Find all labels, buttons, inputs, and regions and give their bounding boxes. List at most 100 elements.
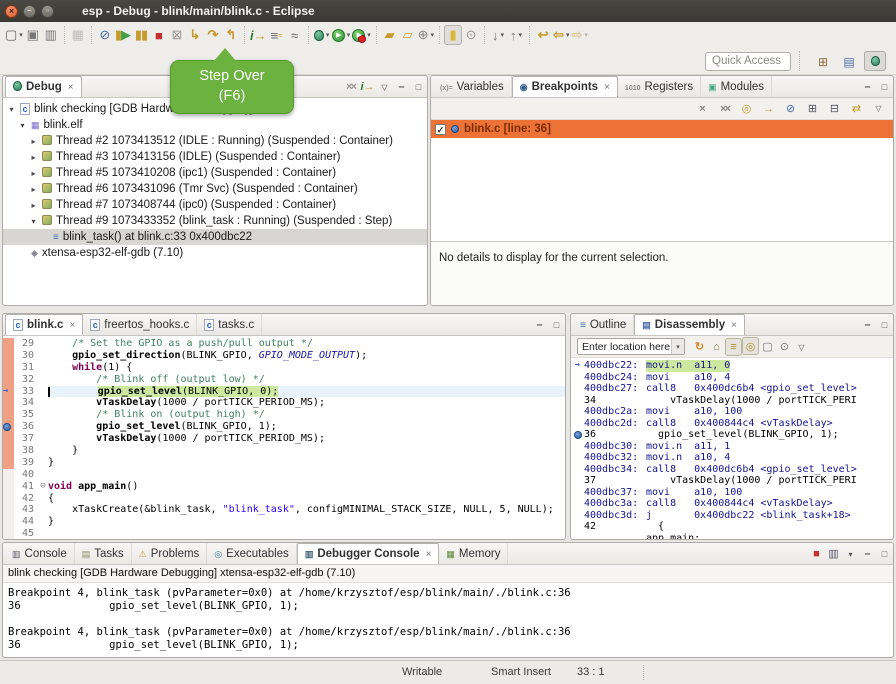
save-all-button[interactable]: ▥ (42, 25, 60, 45)
line-number[interactable]: 40 (14, 469, 38, 481)
editor-annotation-gutter[interactable] (3, 338, 14, 350)
tab-tasks-c[interactable]: ctasks.c (197, 314, 262, 335)
fold-marker[interactable]: ⊖ (38, 481, 48, 493)
view-menu-button[interactable]: ▽ (793, 338, 810, 356)
remove-all-breakpoints-button[interactable]: ×× (716, 100, 733, 118)
tab-blink-c[interactable]: cblink.c× (5, 314, 83, 335)
line-number[interactable]: 35 (14, 409, 38, 421)
line-number[interactable]: 30 (14, 350, 38, 362)
refresh-button[interactable]: ↻ (691, 337, 708, 355)
disconnect-button[interactable]: ⊠ (168, 25, 186, 45)
tab-modules[interactable]: ▣Modules (701, 76, 772, 97)
tab-registers[interactable]: 1010Registers (618, 76, 701, 97)
editor-annotation-gutter[interactable] (3, 350, 14, 362)
next-annotation-button[interactable]: ↓▾ (489, 25, 507, 45)
line-number[interactable]: 36 (14, 421, 38, 433)
track-context-button[interactable]: ◎ (742, 337, 759, 355)
tab-disassembly[interactable]: ▤Disassembly× (634, 314, 745, 335)
expand-all-button[interactable]: ⊞ (804, 100, 821, 118)
debug-dropdown-icon[interactable]: ▾ (326, 31, 330, 39)
line-number[interactable]: 41 (14, 481, 38, 493)
minimize-window-button[interactable]: – (23, 5, 36, 18)
tab-debugger-console[interactable]: ▥Debugger Console× (297, 543, 440, 564)
search-button[interactable]: ⊕▾ (417, 25, 435, 45)
twistie-icon[interactable]: ▾ (18, 121, 27, 130)
instruction-stepping-button[interactable]: i→ (249, 25, 268, 45)
close-tab-icon[interactable]: × (731, 320, 737, 331)
line-number[interactable]: 38 (14, 445, 38, 457)
twistie-icon[interactable]: ▸ (29, 169, 38, 178)
close-window-button[interactable]: × (5, 5, 18, 18)
editor-annotation-gutter[interactable] (3, 528, 14, 539)
line-number[interactable]: 31 (14, 362, 38, 374)
last-edit-location-button[interactable]: ↩ (534, 25, 552, 45)
editor-annotation-gutter[interactable] (3, 433, 14, 445)
show-source-button[interactable]: ≡ (725, 338, 742, 356)
debug-perspective-button[interactable] (864, 51, 886, 71)
step-return-button[interactable]: ↰ (222, 25, 240, 45)
line-number[interactable]: 42 (14, 493, 38, 505)
editor-annotation-gutter[interactable] (3, 493, 14, 505)
combo-dropdown-icon[interactable]: ▾ (671, 339, 684, 354)
debug-tree-item[interactable]: ▸Thread #2 1073413512 (IDLE : Running) (… (3, 133, 427, 149)
line-number[interactable]: 33 (14, 386, 38, 398)
view-menu-button[interactable]: ▽ (870, 100, 887, 118)
console-output[interactable]: Breakpoint 4, blink_task (pvParameter=0x… (3, 583, 893, 657)
twistie-icon[interactable]: ▸ (29, 153, 38, 162)
line-number[interactable]: 32 (14, 374, 38, 386)
editor-annotation-gutter[interactable] (3, 362, 14, 374)
mark-occurrences-button[interactable]: ▮ (444, 25, 462, 45)
twistie-icon[interactable]: ▸ (29, 185, 38, 194)
debug-tree-item[interactable]: ▸Thread #3 1073413156 (IDLE) (Suspended … (3, 149, 427, 165)
terminate-button[interactable]: ■ (150, 25, 168, 45)
minimize-button[interactable]: – (859, 78, 876, 96)
maximize-button[interactable]: □ (876, 78, 893, 96)
twistie-icon[interactable]: ▸ (29, 201, 38, 210)
previous-annotation-button[interactable]: ↑▾ (507, 25, 525, 45)
new-button[interactable]: ▢▾ (4, 25, 24, 45)
debug-tree-item[interactable]: ▸Thread #7 1073408744 (ipc0) (Suspended … (3, 197, 427, 213)
maximize-button[interactable]: □ (410, 78, 427, 96)
use-step-filters-button[interactable]: ≡≈ (268, 25, 286, 45)
run-button[interactable]: ▾ (331, 25, 352, 45)
show-breakpoints-for-target-button[interactable]: ◎ (738, 100, 755, 118)
line-number[interactable]: 34 (14, 397, 38, 409)
forward-button[interactable]: ⇨▾ (570, 25, 588, 45)
previous-annotation-dropdown-icon[interactable]: ▾ (519, 31, 523, 39)
new-dropdown-icon[interactable]: ▾ (19, 31, 23, 39)
open-project-button[interactable]: ▰ (381, 25, 399, 45)
breakpoint-checkbox[interactable]: ✓ (435, 124, 446, 135)
titlebar[interactable]: × – ▫ esp - Debug - blink/main/blink.c -… (0, 0, 896, 22)
display-selected-console-button[interactable]: ▥ (825, 544, 842, 562)
next-annotation-dropdown-icon[interactable]: ▾ (501, 31, 505, 39)
debug-button[interactable]: ▾ (313, 25, 331, 45)
close-tab-icon[interactable]: × (426, 549, 432, 560)
editor-annotation-gutter[interactable]: → (3, 386, 14, 398)
line-number[interactable]: 43 (14, 504, 38, 516)
line-number[interactable]: 39 (14, 457, 38, 469)
editor-annotation-gutter[interactable] (3, 469, 14, 481)
external-tools-dropdown-icon[interactable]: ▾ (367, 31, 371, 39)
skip-all-breakpoints-button[interactable]: ⊘ (96, 25, 114, 45)
line-number[interactable]: 44 (14, 516, 38, 528)
location-combo[interactable]: Enter location here ▾ (577, 338, 685, 355)
skip-all-breakpoints-button[interactable]: ⊘ (782, 100, 799, 118)
line-number[interactable]: 37 (14, 433, 38, 445)
back-button[interactable]: ⇦▾ (552, 25, 570, 45)
debug-tree-item[interactable]: ▾▦blink.elf (3, 117, 427, 133)
run-dropdown-icon[interactable]: ▾ (347, 31, 351, 39)
cpp-perspective-button[interactable]: ▤ (838, 52, 860, 72)
disassembly-listing[interactable]: →400dbc22:movi.n a11, 0400dbc24:movi a10… (571, 358, 893, 539)
minimize-button[interactable]: – (859, 316, 876, 334)
tab-variables[interactable]: (x)=Variables (433, 76, 512, 97)
search-dropdown-icon[interactable]: ▾ (431, 31, 435, 39)
minimize-button[interactable]: – (859, 545, 876, 563)
step-over-button[interactable]: ↷ (204, 25, 222, 45)
tab-debug[interactable]: Debug× (5, 76, 82, 97)
link-with-debug-button[interactable]: ⇄ (848, 100, 865, 118)
tab-tasks[interactable]: ▤Tasks (75, 543, 132, 564)
tab-freertos-hooks-c[interactable]: cfreertos_hooks.c (83, 314, 197, 335)
remove-breakpoint-button[interactable]: × (694, 100, 711, 118)
editor-annotation-gutter[interactable] (3, 504, 14, 516)
save-button[interactable]: ▣ (24, 25, 42, 45)
